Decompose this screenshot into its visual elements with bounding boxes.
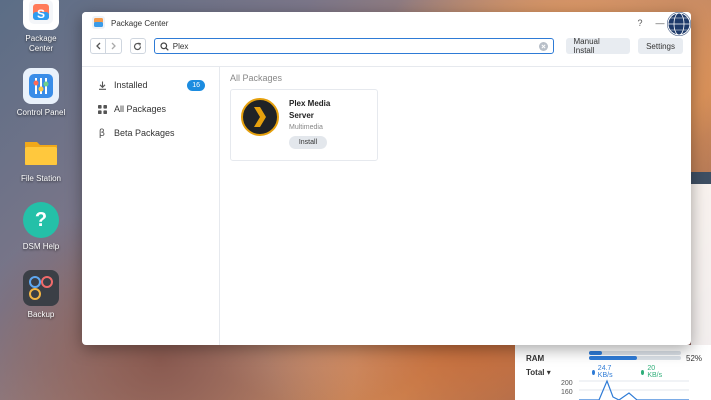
package-center-app-icon (92, 15, 105, 31)
main-content: All Packages Plex Media Server Multimedi… (220, 67, 691, 345)
ram-bar-fill (589, 356, 637, 360)
package-card[interactable]: Plex Media Server Multimedia Install (230, 89, 378, 161)
clear-search-button[interactable] (538, 41, 548, 51)
control-panel-icon (23, 68, 59, 104)
axis-tick-160: 160 (561, 389, 573, 396)
plex-logo-icon (241, 98, 279, 136)
sidebar-item-all-packages[interactable]: All Packages (82, 97, 219, 121)
section-title: All Packages (230, 73, 283, 83)
ram-label: RAM (526, 353, 545, 363)
desktop-label-package-center: Package Center (25, 34, 57, 53)
desktop-icon-file-station[interactable]: File Station (10, 134, 72, 184)
svg-text:S: S (37, 7, 45, 21)
search-input[interactable] (172, 41, 539, 51)
total-dropdown[interactable]: Total ▾ (526, 368, 578, 377)
window-title: Package Center (111, 18, 169, 28)
download-rate: 20 KB/s (641, 365, 664, 379)
ram-row: RAM 52% (526, 352, 702, 364)
desktop-label-dsm-help: DSM Help (22, 242, 60, 251)
help-icon: ? (23, 202, 59, 238)
help-button[interactable]: ? (635, 18, 645, 28)
forward-button[interactable] (106, 38, 122, 54)
close-icon (540, 43, 546, 49)
ram-bar (589, 356, 681, 360)
desktop-icon-backup[interactable]: Backup (10, 270, 72, 320)
desktop-icon-dsm-help[interactable]: ? DSM Help (10, 202, 72, 252)
search-icon (160, 41, 169, 51)
ram-percent: 52% (686, 353, 703, 363)
resource-monitor-widget: RAM 52% Total ▾ 24.7 KB/s 20 KB/s 200 16… (515, 345, 711, 400)
chevron-right-icon (111, 42, 116, 50)
grid-icon (96, 104, 108, 114)
resource-monitor-widget-edge (691, 172, 711, 345)
folder-icon (23, 134, 59, 170)
back-button[interactable] (90, 38, 106, 54)
title-bar[interactable]: Package Center ? — (82, 12, 691, 34)
network-row: Total ▾ 24.7 KB/s 20 KB/s (526, 365, 662, 379)
package-center-window: Package Center ? — Manua (82, 12, 691, 345)
refresh-icon (134, 42, 142, 50)
desktop-icon-package-center[interactable]: S Package Center (10, 0, 72, 54)
globe-avatar-icon[interactable] (667, 12, 691, 36)
chevron-left-icon (95, 42, 100, 50)
toolbar: Manual Install Settings (82, 34, 691, 58)
desktop-label-control-panel: Control Panel (16, 108, 66, 117)
search-field[interactable] (153, 38, 554, 54)
desktop-icon-control-panel[interactable]: Control Panel (10, 68, 72, 118)
minimize-button[interactable]: — (655, 18, 665, 28)
desktop-label-file-station: File Station (20, 174, 62, 183)
sidebar-item-label: Installed (114, 80, 148, 90)
refresh-button[interactable] (130, 38, 146, 54)
sidebar-item-label: All Packages (114, 104, 167, 114)
network-chart (579, 379, 689, 400)
beta-icon: β (98, 127, 106, 139)
sidebar: Installed 16 All Packages β Beta Package… (82, 67, 220, 345)
sidebar-item-installed[interactable]: Installed 16 (82, 73, 219, 97)
download-icon (96, 81, 108, 90)
window-body: Installed 16 All Packages β Beta Package… (82, 66, 691, 345)
installed-count-badge: 16 (187, 79, 205, 91)
manual-install-button[interactable]: Manual Install (565, 37, 631, 55)
package-center-icon: S (23, 0, 59, 30)
upload-rate: 24.7 KB/s (592, 365, 615, 379)
settings-button[interactable]: Settings (638, 38, 683, 54)
desktop-label-backup: Backup (27, 310, 55, 319)
install-button[interactable]: Install (289, 136, 327, 149)
axis-tick-200: 200 (561, 380, 573, 387)
sidebar-item-label: Beta Packages (114, 128, 175, 138)
package-category: Multimedia (289, 124, 323, 131)
package-name: Plex Media Server (289, 99, 331, 120)
sidebar-item-beta-packages[interactable]: β Beta Packages (82, 121, 219, 145)
backup-icon (23, 270, 59, 306)
